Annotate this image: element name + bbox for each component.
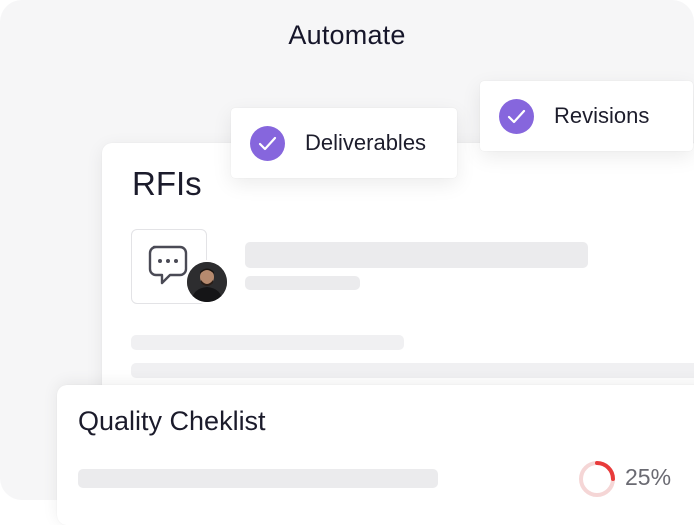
placeholder-line xyxy=(131,363,694,378)
checkmark-icon xyxy=(250,126,285,161)
placeholder-line xyxy=(245,242,588,268)
placeholder-line xyxy=(78,469,438,488)
rfi-card[interactable]: RFIs xyxy=(102,143,694,403)
progress-percent: 25% xyxy=(625,464,672,490)
quality-checklist-title: Quality Cheklist xyxy=(78,406,266,436)
placeholder-line xyxy=(245,276,360,290)
deliverables-label: Deliverables xyxy=(305,130,427,155)
revisions-chip[interactable]: Revisions xyxy=(480,81,693,151)
page-title: Automate xyxy=(288,20,406,50)
rfi-card-title: RFIs xyxy=(132,165,202,202)
revisions-label: Revisions xyxy=(554,103,650,128)
user-avatar[interactable] xyxy=(185,260,229,304)
quality-checklist-card[interactable]: Quality Cheklist 25% xyxy=(57,385,694,525)
placeholder-line xyxy=(131,335,404,350)
checkmark-icon xyxy=(499,99,534,134)
deliverables-chip[interactable]: Deliverables xyxy=(231,108,457,178)
chat-bubble-icon xyxy=(148,245,188,285)
progress-ring xyxy=(579,461,615,497)
